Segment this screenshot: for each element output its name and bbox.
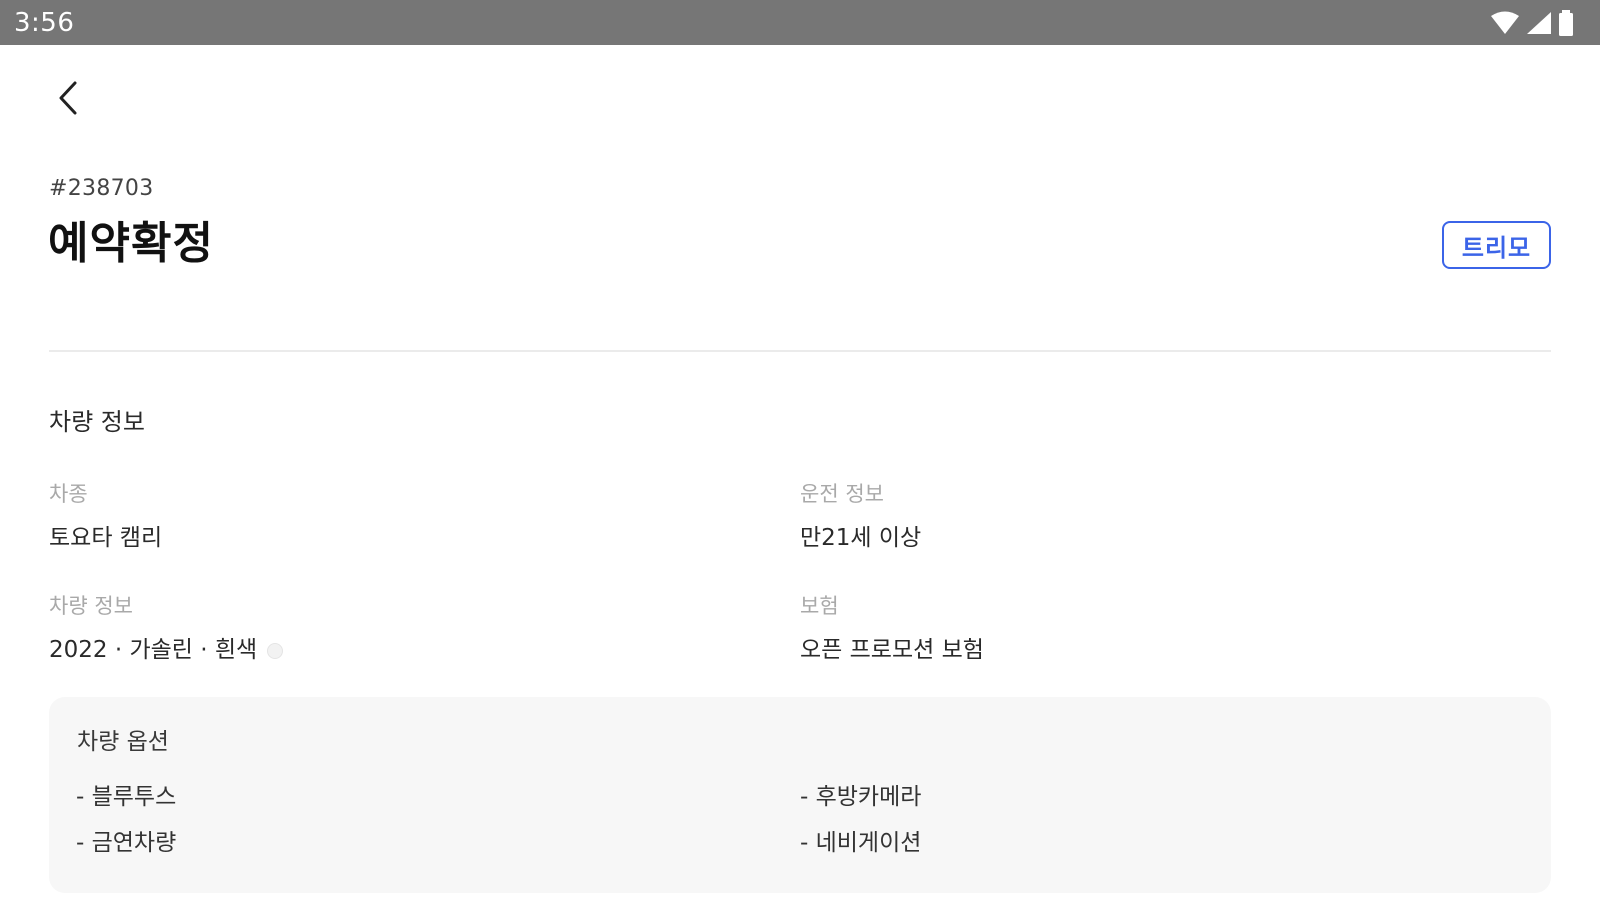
color-swatch (267, 642, 284, 659)
field-value-driver-info: 만21세 이상 (800, 525, 922, 551)
option-item-non-smoking: - 금연차량 (76, 830, 177, 856)
field-label-insurance: 보험 (800, 594, 839, 618)
back-button[interactable] (46, 74, 90, 126)
status-bar: 3:56 (0, 0, 1600, 45)
divider (49, 350, 1551, 352)
battery-icon (1558, 9, 1574, 36)
field-label-driver-info: 운전 정보 (800, 482, 884, 506)
options-title: 차량 옵션 (77, 729, 169, 755)
brand-badge: 트리모 (1442, 221, 1551, 269)
field-label-vehicle-detail: 차량 정보 (49, 594, 133, 618)
vehicle-detail-text: 2022 · 가솔린 · 흰색 (49, 637, 258, 663)
field-value-car-model: 토요타 캠리 (49, 525, 163, 551)
option-item-rear-camera: - 후방카메라 (800, 784, 922, 810)
field-value-insurance: 오픈 프로모션 보험 (800, 637, 984, 663)
option-item-navigation: - 네비게이션 (800, 830, 922, 856)
wifi-icon (1490, 11, 1520, 35)
option-item-bluetooth: - 블루투스 (76, 784, 177, 810)
page-title: 예약확정 (48, 218, 214, 269)
section-title-vehicle-info: 차량 정보 (49, 408, 145, 436)
field-value-vehicle-detail: 2022 · 가솔린 · 흰색 (49, 630, 284, 664)
chevron-left-icon (56, 80, 80, 120)
field-label-car-model: 차종 (49, 482, 88, 506)
reservation-number: #238703 (49, 176, 154, 201)
status-icons (1490, 9, 1574, 36)
cellular-signal-icon (1526, 11, 1552, 35)
vehicle-options-card: 차량 옵션 - 블루투스 - 후방카메라 - 금연차량 - 네비게이션 (49, 697, 1551, 893)
status-time: 3:56 (14, 7, 75, 38)
